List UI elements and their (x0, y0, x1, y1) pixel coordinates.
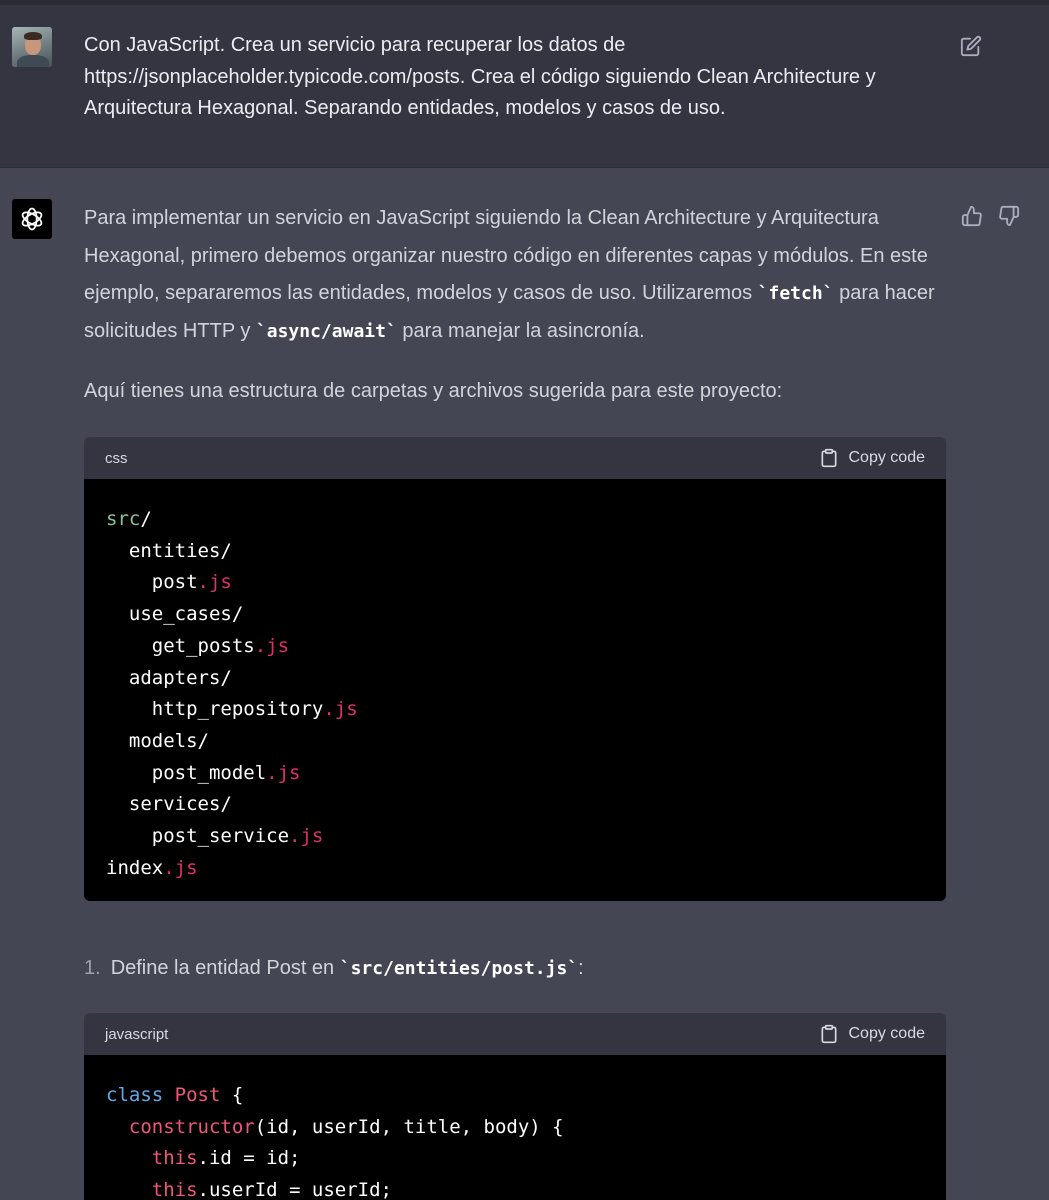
code-token: this (151, 1179, 198, 1200)
thumbs-up-icon[interactable] (961, 205, 983, 227)
inline-code-post-path: `src/entities/post.js` (339, 958, 579, 979)
code-block-header: javascript Copy code (84, 1013, 946, 1055)
user-message-text: Con JavaScript. Crea un servicio para re… (84, 34, 876, 119)
code-token: .js (323, 698, 358, 721)
thumbs-down-icon[interactable] (998, 205, 1020, 227)
copy-code-label: Copy code (848, 1025, 926, 1042)
code-token: post_model (106, 761, 267, 784)
code-token: .js (254, 634, 290, 657)
code-token: / (140, 508, 152, 530)
user-avatar (12, 27, 52, 67)
code-token: get_posts (106, 634, 255, 657)
code-token: constructor (128, 1115, 255, 1138)
assistant-paragraph-structure: Aquí tienes una estructura de carpetas y… (84, 380, 783, 402)
code-block-folder-structure: css Copy code src/ entities/ post.js use… (84, 437, 946, 901)
code-token: .userId = userId; (197, 1179, 392, 1200)
code-token: (id, userId, title, body) { (254, 1115, 564, 1138)
text-span: : (578, 957, 584, 979)
clipboard-icon (821, 1024, 836, 1044)
code-token: { (220, 1084, 244, 1106)
code-line: use_cases/ (106, 603, 244, 626)
code-token: .js (197, 571, 232, 594)
text-span: Define la entidad Post en (110, 957, 340, 979)
edit-icon[interactable] (960, 35, 982, 57)
clipboard-icon (821, 448, 836, 468)
step-1-list-item: 1. Define la entidad Post en `src/entitie… (84, 950, 584, 988)
copy-code-button[interactable]: Copy code (819, 1024, 926, 1044)
code-token: this (151, 1147, 198, 1170)
code-line: services/ (106, 793, 232, 816)
inline-code-async-await: `async/await` (255, 320, 397, 342)
code-token: http_repository (106, 698, 324, 721)
code-token: .js (163, 856, 198, 879)
code-line: entities/ (106, 539, 232, 562)
code-token: .id = id; (197, 1147, 301, 1170)
code-token: src (106, 508, 141, 530)
code-token: .js (289, 825, 324, 848)
code-block-body: class Post { constructor(id, userId, tit… (84, 1055, 946, 1200)
inline-code-fetch: `fetch` (757, 283, 834, 304)
code-language-label: javascript (105, 1025, 169, 1043)
code-language-label: css (105, 449, 128, 467)
text-span: para manejar la asincronía. (396, 319, 645, 342)
copy-code-label: Copy code (848, 449, 926, 466)
code-token: Post (174, 1084, 221, 1106)
code-token: class (106, 1084, 164, 1106)
user-message-row: Con JavaScript. Crea un servicio para re… (0, 0, 1049, 168)
assistant-avatar (12, 199, 52, 239)
code-token: post (106, 571, 198, 594)
code-block-post-entity: javascript Copy code class Post { constr… (84, 1013, 946, 1200)
code-block-header: css Copy code (84, 437, 946, 479)
code-token: post_service (106, 825, 290, 848)
code-line: adapters/ (106, 666, 232, 689)
openai-logo-icon (21, 207, 43, 231)
code-token: .js (266, 761, 301, 784)
code-block-body: src/ entities/ post.js use_cases/ get_po… (84, 479, 946, 901)
copy-code-button[interactable]: Copy code (819, 448, 926, 468)
code-token: index (106, 856, 164, 879)
list-number: 1. (84, 957, 101, 979)
assistant-paragraph-intro: Para implementar un servicio en JavaScri… (84, 200, 950, 350)
code-line: models/ (106, 729, 209, 752)
